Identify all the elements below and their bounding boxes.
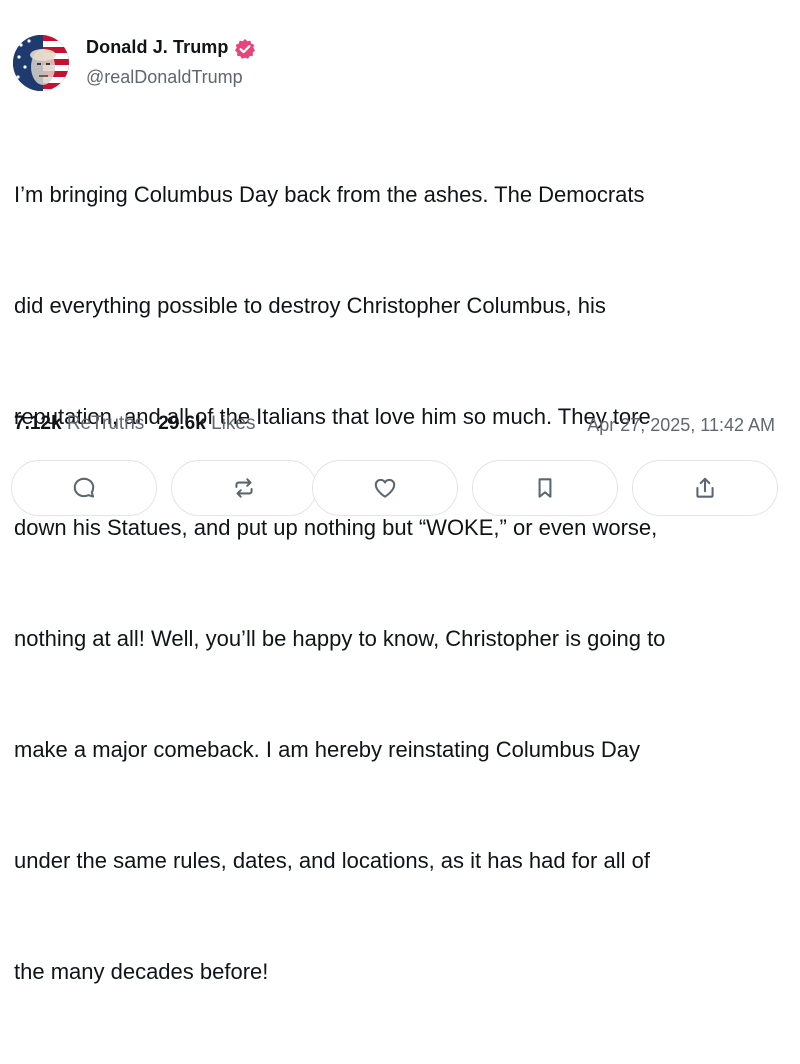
post-text-line: the many decades before! [14,959,269,984]
post-text-line: make a major comeback. I am hereby reins… [14,737,641,762]
retruths-count: 7.12k [14,413,62,434]
post-text-line: nothing at all! Well, you’ll be happy to… [14,626,666,651]
likes-count: 29.6k [158,413,206,434]
author-name[interactable]: Donald J. Trump [86,37,229,58]
post-text-line: I’m bringing Columbus Day back from the … [14,182,645,207]
bookmark-icon [538,478,552,498]
share-button[interactable] [632,460,778,516]
post-text-line: did everything possible to destroy Chris… [14,293,606,318]
bookmark-button[interactable] [472,460,618,516]
retruth-button[interactable] [171,460,317,516]
comment-icon [73,477,95,498]
likes-label: Likes [211,413,256,434]
post-text-line: under the same rules, dates, and locatio… [14,848,650,873]
likes-link[interactable]: 29.6k Likes [158,413,255,434]
verified-badge-icon [235,39,255,59]
reply-button[interactable] [11,460,157,516]
post-card: Donald J. Trump @realDonaldTrump I’m bri… [0,0,800,984]
flag-portrait-avatar [13,35,69,91]
avatar[interactable] [13,35,69,91]
repost-icon [235,478,253,498]
like-button[interactable] [312,460,458,516]
retruths-link[interactable]: 7.12k ReTruths [14,413,144,434]
retruths-label: ReTruths [66,413,145,434]
action-bar [11,460,778,518]
share-icon [696,477,714,498]
post-timestamp[interactable]: Apr 27, 2025, 11:42 AM [587,415,775,436]
author-handle[interactable]: @realDonaldTrump [86,67,243,88]
heart-icon [374,478,396,498]
post-text: I’m bringing Columbus Day back from the … [14,102,789,1064]
post-stats: 7.12k ReTruths 29.6k Likes [14,413,255,435]
